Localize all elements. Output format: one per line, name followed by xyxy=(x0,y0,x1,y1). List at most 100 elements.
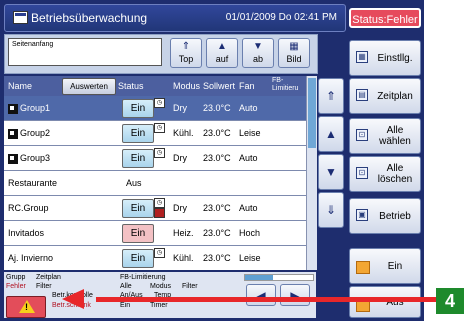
schedule-icon: ◷ xyxy=(154,98,165,108)
window-title: Betriebsüberwachung xyxy=(31,11,148,25)
page-position-field[interactable]: Seitenanfang xyxy=(8,38,162,66)
row-mode: Dry xyxy=(173,203,187,213)
row-fan: Auto xyxy=(239,203,258,213)
on-button[interactable]: Ein xyxy=(349,248,421,284)
status-on-button[interactable]: Ein xyxy=(122,224,154,243)
picture-button[interactable]: ▦ Bild xyxy=(278,38,310,68)
col-rc-limit: FB- Limitieru xyxy=(272,77,299,92)
table-row[interactable]: Group3 Ein ◷ Dry 23.0°C Auto xyxy=(4,146,316,171)
col-status: Status xyxy=(118,81,144,91)
row-name: Group2 xyxy=(20,128,51,138)
status-on-button[interactable]: Ein xyxy=(122,199,154,218)
navigation-panel: Seitenanfang ⇑ Top ▲ auf ▼ ab ▦ Bild xyxy=(4,34,318,74)
settings-button[interactable]: ▦ Einstllg. xyxy=(349,40,421,76)
settings-label: Einstllg. xyxy=(377,52,413,64)
clear-all-button[interactable]: ⊡ Alle löschen xyxy=(349,156,421,192)
scroll-up-button[interactable]: ▲ xyxy=(318,116,344,152)
alarm-button[interactable]: ! xyxy=(6,296,46,318)
row-fan: Auto xyxy=(239,153,258,163)
scroll-top-button[interactable]: ⇑ xyxy=(318,78,344,114)
monitoring-screen: Betriebsüberwachung 01/01/2009 Do 02:41 … xyxy=(0,0,424,321)
status-on-button[interactable]: Ein xyxy=(122,149,154,168)
row-mode: Kühl. xyxy=(173,253,194,263)
legend-all: Alle xyxy=(120,283,132,290)
calendar-icon: ▤ xyxy=(356,89,368,101)
off-button[interactable]: Aus xyxy=(349,286,421,318)
schedule-icon: ◷ xyxy=(154,123,165,133)
on-indicator-icon xyxy=(356,261,370,274)
legend-rc-limit: FB-Limitierung xyxy=(120,274,166,281)
row-setpoint: 23.0°C xyxy=(203,253,231,263)
select-all-button[interactable]: ⊡ Alle wählen xyxy=(349,118,421,154)
window-icon xyxy=(13,11,28,24)
status-on-button[interactable]: Ein xyxy=(122,249,154,268)
operation-icon: ▣ xyxy=(356,209,368,221)
row-setpoint: 23.0°C xyxy=(203,228,231,238)
table-row[interactable]: RC.Group Ein ◷ Dry 23.0°C Auto xyxy=(4,196,316,221)
status-on-button[interactable]: Ein xyxy=(122,99,154,118)
col-fan: Fan xyxy=(239,81,255,91)
legend-filter: Filter xyxy=(36,283,52,290)
top-button[interactable]: ⇑ Top xyxy=(170,38,202,68)
status-on-button[interactable]: Ein xyxy=(122,124,154,143)
on-label: Ein xyxy=(387,260,403,272)
group-table: Name Auswerten Status Modus Sollwert Fan… xyxy=(4,76,316,270)
status-error-button[interactable]: Status:Fehler xyxy=(349,8,421,28)
schedule-label: Zeitplan xyxy=(377,90,413,102)
down-arrow-icon: ▼ xyxy=(253,41,263,52)
scroll-bottom-button[interactable]: ⇓ xyxy=(318,192,344,228)
table-row[interactable]: Group2 Ein ◷ Kühl. 23.0°C Leise xyxy=(4,121,316,146)
evaluate-button[interactable]: Auswerten xyxy=(62,78,116,95)
double-up-arrow-icon: ⇑ xyxy=(325,89,337,103)
row-mode: Dry xyxy=(173,153,187,163)
scroll-right-button[interactable]: ▶ xyxy=(280,284,310,306)
horizontal-scrollbar[interactable] xyxy=(244,274,314,281)
legend-on: Ein xyxy=(120,302,131,309)
row-fan: Leise xyxy=(239,253,261,263)
error-flag-icon xyxy=(154,208,165,218)
down-button[interactable]: ▼ ab xyxy=(242,38,274,68)
clear-all-label: Alle löschen xyxy=(377,163,413,185)
table-vertical-scrollbar[interactable] xyxy=(306,76,317,270)
down-arrow-icon: ▼ xyxy=(325,165,337,179)
row-name: RC.Group xyxy=(8,203,49,213)
grid-icon: ▦ xyxy=(289,41,299,52)
schedule-icon: ◷ xyxy=(154,248,165,258)
table-scroll-controls: ⇑ ▲ ▼ ⇓ xyxy=(318,76,344,270)
table-row[interactable]: Invitados Ein Heiz. 23.0°C Hoch xyxy=(4,221,316,246)
scroll-left-button[interactable]: ◀ xyxy=(246,284,276,306)
row-fan: Leise xyxy=(239,128,261,138)
horizontal-scroll-thumb[interactable] xyxy=(245,275,273,280)
scrollbar-thumb[interactable] xyxy=(308,78,316,148)
status-off-label: Aus xyxy=(126,178,142,188)
group-icon xyxy=(8,153,18,164)
row-mode: Heiz. xyxy=(173,228,194,238)
scroll-down-button[interactable]: ▼ xyxy=(318,154,344,190)
legend-mode: Modus xyxy=(150,283,172,290)
down-label: ab xyxy=(252,54,263,64)
picture-label: Bild xyxy=(286,54,302,64)
group-icon xyxy=(8,103,18,114)
row-name: Restaurante xyxy=(8,178,58,188)
table-row[interactable]: Restaurante Aus xyxy=(4,171,316,196)
row-fan: Hoch xyxy=(239,228,261,238)
clear-all-icon: ⊡ xyxy=(356,167,368,179)
operation-label: Betrieb xyxy=(379,210,411,222)
settings-grid-icon: ▦ xyxy=(356,51,368,63)
row-setpoint: 23.0°C xyxy=(203,203,231,213)
table-row[interactable]: Group1 Ein ◷ Dry 23.0°C Auto xyxy=(4,96,316,121)
double-up-arrow-icon: ⇑ xyxy=(181,41,191,52)
top-label: Top xyxy=(178,54,194,64)
callout-arrow-head xyxy=(62,289,84,309)
row-setpoint: 23.0°C xyxy=(203,128,231,138)
up-arrow-icon: ▲ xyxy=(325,127,337,141)
col-name: Name xyxy=(8,81,33,91)
up-button[interactable]: ▲ auf xyxy=(206,38,238,68)
legend-schedule: Zeitplan xyxy=(36,274,61,281)
col-setpoint: Sollwert xyxy=(203,81,236,91)
row-name: Group3 xyxy=(20,153,51,163)
schedule-button[interactable]: ▤ Zeitplan xyxy=(349,78,421,114)
operation-button[interactable]: ▣ Betrieb xyxy=(349,198,421,234)
table-row[interactable]: Aj. Invierno Ein ◷ Kühl. 23.0°C Leise xyxy=(4,246,316,270)
group-icon xyxy=(8,128,18,139)
